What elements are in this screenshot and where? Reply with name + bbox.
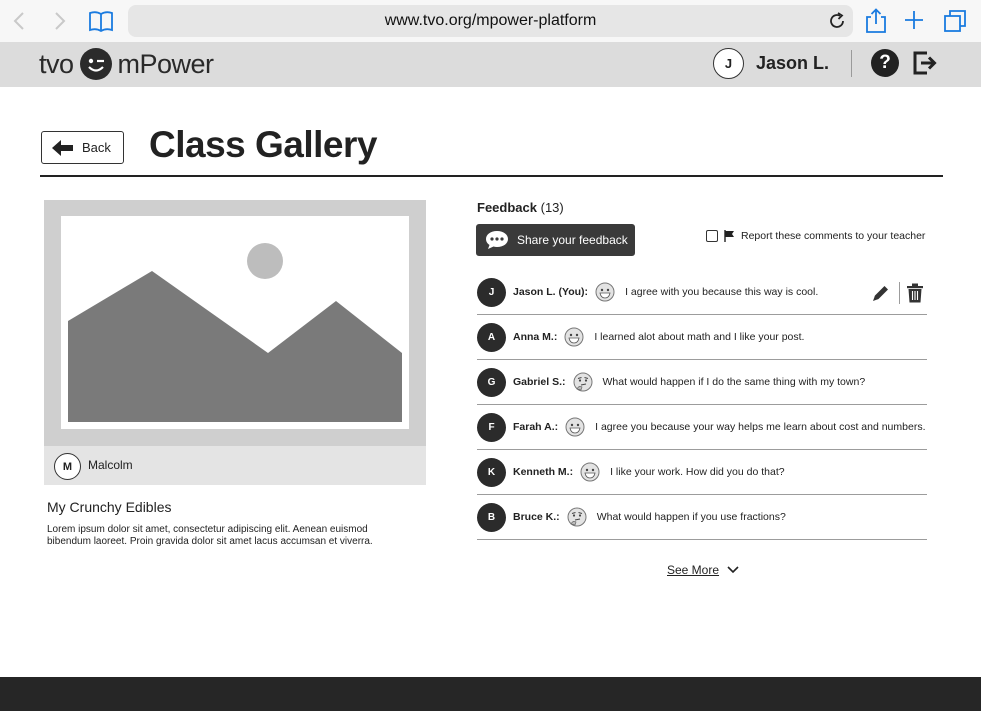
commenter-avatar[interactable]: A — [477, 322, 506, 352]
bookmarks-icon[interactable] — [88, 8, 114, 34]
report-label[interactable]: Report these comments to your teacher — [741, 230, 925, 242]
speech-bubble-icon — [486, 231, 508, 249]
grinning-face-icon — [580, 462, 600, 482]
url-text: www.tvo.org/mpower-platform — [384, 12, 597, 29]
back-button-label: Back — [82, 140, 111, 155]
post-description: Lorem ipsum dolor sit amet, consectetur … — [47, 524, 373, 547]
grinning-face-icon — [565, 417, 585, 437]
user-avatar[interactable]: J — [713, 48, 744, 79]
logo-tvo-text: tvo — [39, 48, 74, 79]
landscape-image-icon — [68, 243, 402, 422]
comment-text: What would happen if you use fractions? — [596, 511, 786, 523]
title-divider — [40, 175, 943, 177]
reload-icon[interactable] — [827, 11, 847, 31]
share-icon[interactable] — [864, 8, 890, 34]
page-title: Class Gallery — [149, 124, 377, 165]
image-placeholder[interactable] — [61, 216, 409, 429]
header-divider — [851, 50, 852, 77]
comment-text: What would happen if I do the same thing… — [602, 376, 866, 388]
commenter-name[interactable]: Anna M.: — [513, 331, 557, 343]
logo-mpower-text: mPower — [117, 48, 215, 79]
comment-row: A Anna M.: I learned alot about math and… — [477, 315, 927, 360]
app-header: tvo mPower J Jason L. ? — [0, 42, 981, 87]
new-tab-icon[interactable] — [902, 8, 928, 34]
arrow-left-icon — [52, 139, 73, 156]
pencil-icon[interactable] — [871, 283, 891, 303]
thinking-face-icon — [567, 507, 587, 527]
comment-list: J Jason L. (You): I agree with you becau… — [477, 270, 927, 540]
author-name[interactable]: Malcolm — [88, 458, 133, 472]
footer-bar — [0, 677, 981, 711]
commenter-avatar[interactable]: F — [477, 412, 506, 442]
feedback-heading: Feedback (13) — [477, 200, 564, 215]
browser-toolbar: www.tvo.org/mpower-platform — [0, 0, 981, 42]
author-avatar[interactable]: M — [54, 453, 81, 480]
help-button[interactable]: ? — [871, 49, 899, 77]
forward-icon[interactable] — [47, 8, 73, 34]
comment-row: G Gabriel S.: What would happen if I do … — [477, 360, 927, 405]
see-more-button[interactable]: See More — [667, 563, 739, 577]
commenter-avatar[interactable]: J — [477, 277, 506, 307]
feedback-title: Feedback — [477, 200, 537, 215]
comment-row: J Jason L. (You): I agree with you becau… — [477, 270, 927, 315]
commenter-name[interactable]: Gabriel S.: — [513, 376, 566, 388]
comment-text: I agree you because your way helps me le… — [595, 421, 926, 433]
tvo-mpower-logo[interactable]: tvo mPower — [39, 46, 214, 82]
back-icon[interactable] — [6, 8, 32, 34]
see-more-label: See More — [667, 563, 720, 577]
feedback-count: (13) — [540, 200, 564, 215]
comment-text: I agree with you because this way is coo… — [625, 286, 819, 298]
grinning-face-icon — [595, 282, 615, 302]
action-divider — [899, 282, 900, 304]
comment-text: I learned alot about math and I like you… — [594, 331, 805, 343]
thinking-face-icon — [573, 372, 593, 392]
share-feedback-label: Share your feedback — [517, 233, 628, 247]
commenter-avatar[interactable]: K — [477, 457, 506, 487]
commenter-name[interactable]: Kenneth M.: — [513, 466, 573, 478]
tabs-icon[interactable] — [942, 8, 968, 34]
commenter-name[interactable]: Bruce K.: — [513, 511, 560, 523]
comment-text: I like your work. How did you do that? — [610, 466, 785, 478]
logout-icon[interactable] — [912, 49, 938, 77]
gallery-card[interactable]: M Malcolm — [44, 200, 426, 485]
report-checkbox[interactable] — [706, 230, 718, 242]
post-title: My Crunchy Edibles — [47, 499, 172, 515]
flag-icon — [724, 230, 734, 242]
share-feedback-button[interactable]: Share your feedback — [476, 224, 635, 256]
user-name[interactable]: Jason L. — [756, 53, 829, 74]
grinning-face-icon — [564, 327, 584, 347]
commenter-name[interactable]: Farah A.: — [513, 421, 558, 433]
comment-row: K Kenneth M.: I like your work. How did … — [477, 450, 927, 495]
comment-row: F Farah A.: I agree you because your way… — [477, 405, 927, 450]
comment-actions — [871, 282, 924, 304]
trash-icon[interactable] — [906, 283, 924, 303]
smile-icon — [79, 48, 112, 80]
report-comments-option: Report these comments to your teacher — [706, 230, 925, 242]
url-field[interactable]: www.tvo.org/mpower-platform — [128, 5, 853, 37]
commenter-avatar[interactable]: G — [477, 367, 506, 397]
chevron-down-icon — [727, 566, 739, 574]
commenter-name[interactable]: Jason L. (You): — [513, 286, 588, 298]
back-button[interactable]: Back — [41, 131, 124, 164]
post-author-bar: M Malcolm — [44, 446, 426, 485]
comment-row: B Bruce K.: What would happen if you use… — [477, 495, 927, 540]
commenter-avatar[interactable]: B — [477, 502, 506, 532]
